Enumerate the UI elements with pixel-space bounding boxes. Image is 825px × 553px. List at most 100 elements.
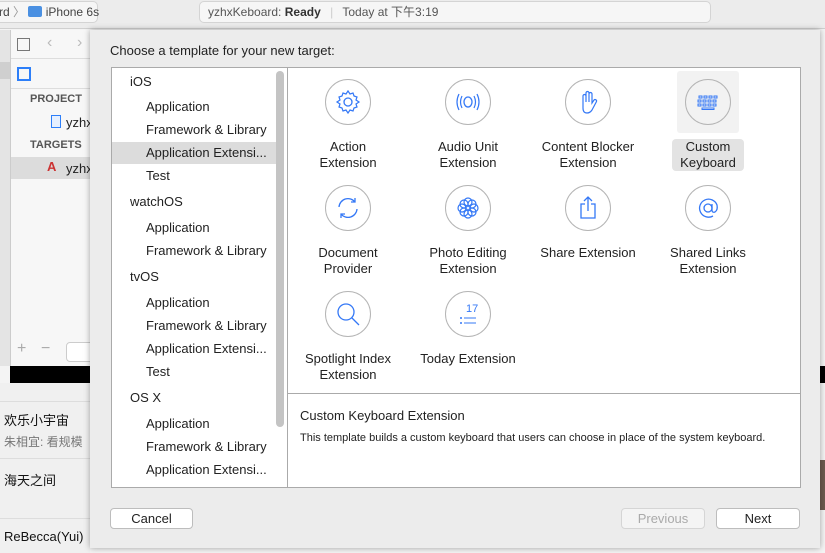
icon-background [437,177,499,239]
template-label-line2: Extension [319,155,377,170]
next-button[interactable]: Next [716,508,800,529]
template-description: Custom Keyboard Extension This template … [287,393,801,488]
category-header[interactable]: iOS [112,71,276,93]
sidebar-toggle-icon[interactable] [17,67,31,81]
black-bar [10,366,90,383]
chat-title[interactable]: ReBecca(Yui) [4,529,83,544]
category-item[interactable]: Framework & Library [112,119,276,141]
template-tile[interactable]: Spotlight Index Extension [288,291,408,383]
template-label: Shared Links Extension [662,245,754,277]
back-icon[interactable]: ‹ [47,34,52,52]
keyboard-icon [685,79,731,125]
flower-icon [445,185,491,231]
template-label-line2: Keyboard [680,155,736,170]
template-label-line1: Action [329,139,367,154]
chat-title[interactable]: 海天之间 [4,470,56,489]
category-item[interactable]: Application [112,217,276,239]
template-label-line2: Provider [323,261,373,276]
template-tile[interactable]: Document Provider [288,185,408,277]
category-item[interactable]: Test [112,165,276,187]
template-label: Photo Editing Extension [421,245,514,277]
template-grid: Action Extension Audio Unit Extension Cont… [287,67,801,394]
category-item[interactable]: Application Extensi... [112,459,276,481]
project-header: PROJECT [30,93,82,105]
gear-icon [325,79,371,125]
category-header[interactable]: watchOS [112,191,276,213]
svg-text:17: 17 [466,303,478,315]
category-item[interactable]: Framework & Library [112,315,276,337]
icon-background [317,283,379,345]
icon-background: 17 [437,283,499,345]
category-item[interactable]: Application Extensi... [112,338,276,360]
audio-wave-icon [445,79,491,125]
template-label-line1: Custom [685,139,731,154]
sheet-title: Choose a template for your new target: [110,43,335,58]
previous-button[interactable]: Previous [621,508,705,529]
template-label: Share Extension [532,245,643,261]
status-state: Ready [284,5,321,19]
category-item[interactable]: Test [112,361,276,383]
chat-list: 欢乐小宇宙 朱相宜: 看规模 海天之间 ReBecca(Yui) [0,383,90,553]
category-header[interactable]: OS X [112,387,276,409]
template-tile[interactable]: Audio Unit Extension [408,79,528,171]
icon-background [437,71,499,133]
description-text: This template builds a custom keyboard t… [300,432,766,444]
icon-background [317,71,379,133]
category-item[interactable]: Application [112,292,276,314]
template-tile[interactable]: Content Blocker Extension [528,79,648,171]
template-tile[interactable]: Custom Keyboard [648,71,768,171]
device-name: iPhone 6s [45,5,100,19]
template-tile[interactable]: Share Extension [528,185,648,261]
forward-icon[interactable]: › [77,34,82,52]
share-icon [565,185,611,231]
at-icon [685,185,731,231]
remove-icon[interactable]: − [41,340,50,358]
template-label-line2: Extension [679,261,737,276]
template-label-line2: Extension [439,155,497,170]
category-item[interactable]: Framework & Library [112,436,276,458]
template-tile[interactable]: Shared Links Extension [648,185,768,277]
description-title: Custom Keyboard Extension [300,408,465,423]
template-label: Document Provider [310,245,385,277]
left-edge-panel [0,30,10,366]
add-icon[interactable]: + [17,340,26,358]
template-label-line2: Extension [439,261,497,276]
icon-background [317,177,379,239]
template-label: Audio Unit Extension [430,139,506,171]
search-icon [325,291,371,337]
app-target-icon: A [47,159,57,174]
scheme-name: rd [0,5,10,19]
icon-background [557,177,619,239]
category-item[interactable]: Application Extensi... [112,142,276,164]
icon-background [557,71,619,133]
chat-preview: 朱相宜: 看规模 [4,435,83,449]
template-label: Custom Keyboard [672,139,744,171]
template-label-line1: Audio Unit [438,139,498,154]
category-item[interactable]: Application [112,96,276,118]
icon-background [677,177,739,239]
scheme-selector[interactable]: rd 〉 iPhone 6s [0,1,100,23]
status-target: yzhxKeboard: [208,5,282,19]
target-row[interactable]: A yzhx [11,157,93,179]
activity-status: yzhxKeboard: Ready | Today at 下午3:19 [199,1,711,23]
black-bar-right [820,366,825,383]
grid-icon[interactable] [17,38,30,51]
template-label-line1: Spotlight Index [304,351,391,366]
category-header[interactable]: tvOS [112,266,276,288]
project-item[interactable]: yzhx [66,115,93,130]
template-tile[interactable]: Photo Editing Extension [408,185,528,277]
template-tile[interactable]: 17 Today Extension [408,291,528,367]
template-tile[interactable]: Action Extension [288,79,408,171]
scrollbar[interactable] [276,71,284,427]
cancel-button[interactable]: Cancel [110,508,193,529]
template-label-line1: Document [318,245,378,260]
category-item[interactable]: Application [112,413,276,435]
template-label-line1: Content Blocker [541,139,635,154]
category-item[interactable]: Framework & Library [112,240,276,262]
chat-title[interactable]: 欢乐小宇宙 [4,410,69,429]
xcode-toolbar: rd 〉 iPhone 6s yzhxKeboard: Ready | Toda… [0,0,825,29]
template-label: Content Blocker Extension [534,139,643,171]
category-list: iOS Application Framework & Library Applica… [111,67,288,488]
calendar-list-icon: 17 [445,291,491,337]
sync-icon [325,185,371,231]
